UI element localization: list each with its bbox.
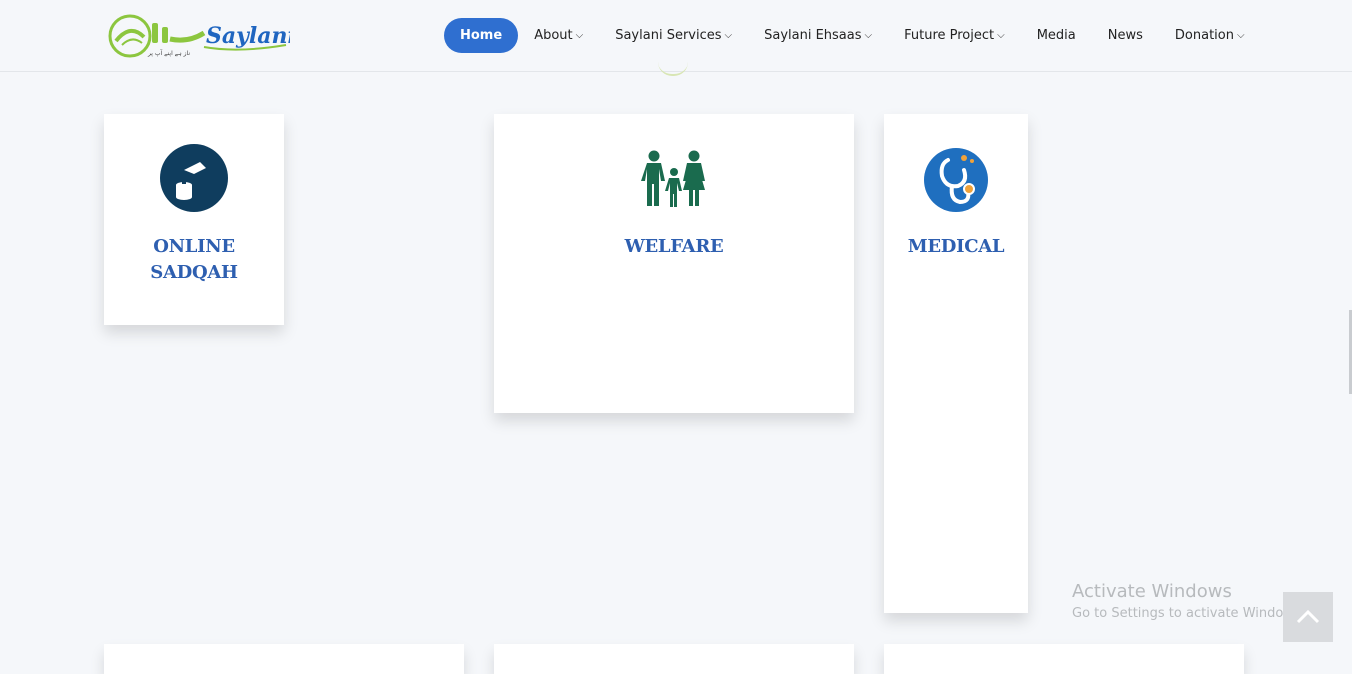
chevron-down-icon: ⌵ <box>575 30 584 41</box>
decorative-arc <box>658 62 688 76</box>
nav-about[interactable]: About ⌵ <box>534 28 583 43</box>
nav-news[interactable]: News <box>1108 28 1143 43</box>
nav-media-label: Media <box>1036 28 1076 43</box>
chevron-down-icon: ⌵ <box>1236 30 1245 41</box>
nav-saylani-services[interactable]: Saylani Services ⌵ <box>615 28 732 43</box>
stethoscope-icon <box>924 148 988 217</box>
card-title: ONLINE SADQAH <box>104 234 284 286</box>
chevron-down-icon: ⌵ <box>724 30 733 41</box>
card-next-row-3[interactable] <box>884 644 1244 674</box>
nav-future-project-label: Future Project <box>904 28 995 43</box>
nav-media[interactable]: Media <box>1037 28 1076 43</box>
saylani-logo[interactable]: Saylani ناز ہے اپنے آپ پر <box>108 13 296 59</box>
nav-home[interactable]: Home <box>444 18 519 53</box>
chevron-down-icon: ⌵ <box>997 30 1005 41</box>
nav-home-label: Home <box>460 28 503 43</box>
card-title: MEDICAL <box>907 236 1005 257</box>
donation-box-icon <box>160 144 228 217</box>
activation-title: Activate Windows <box>1072 581 1232 602</box>
family-icon <box>638 150 710 213</box>
svg-text:Saylani: Saylani <box>206 23 290 49</box>
activation-subtitle: Go to Settings to activate Windows. <box>1072 606 1305 621</box>
svg-text:ناز ہے اپنے آپ پر: ناز ہے اپنے آپ پر <box>147 48 190 57</box>
card-title-line2: SADQAH <box>150 262 238 283</box>
nav-saylani-services-label: Saylani Services <box>615 28 722 43</box>
card-title: WELFARE <box>624 236 724 257</box>
card-medical[interactable]: MEDICAL <box>884 114 1028 613</box>
nav-saylani-ehsaas[interactable]: Saylani Ehsaas ⌵ <box>764 28 872 43</box>
windows-activation-watermark: Activate Windows Go to Settings to activ… <box>1072 581 1305 621</box>
card-online-sadqah[interactable]: ONLINE SADQAH <box>104 114 284 325</box>
main-nav: Home About ⌵ Saylani Services ⌵ Saylani … <box>444 18 1277 53</box>
card-next-row-2[interactable] <box>494 644 854 674</box>
scroll-to-top-button[interactable] <box>1283 592 1333 642</box>
card-welfare[interactable]: WELFARE <box>494 114 854 413</box>
card-next-row-1[interactable] <box>104 644 464 674</box>
nav-donation-label: Donation <box>1174 28 1234 43</box>
chevron-down-icon: ⌵ <box>864 30 873 41</box>
card-title-line1: ONLINE <box>153 236 235 257</box>
chevron-up-icon <box>1296 609 1320 624</box>
nav-about-label: About <box>534 28 573 43</box>
nav-saylani-ehsaas-label: Saylani Ehsaas <box>764 28 862 43</box>
nav-news-label: News <box>1107 28 1143 43</box>
nav-future-project[interactable]: Future Project ⌵ <box>904 28 1005 43</box>
nav-donation[interactable]: Donation ⌵ <box>1175 28 1245 43</box>
